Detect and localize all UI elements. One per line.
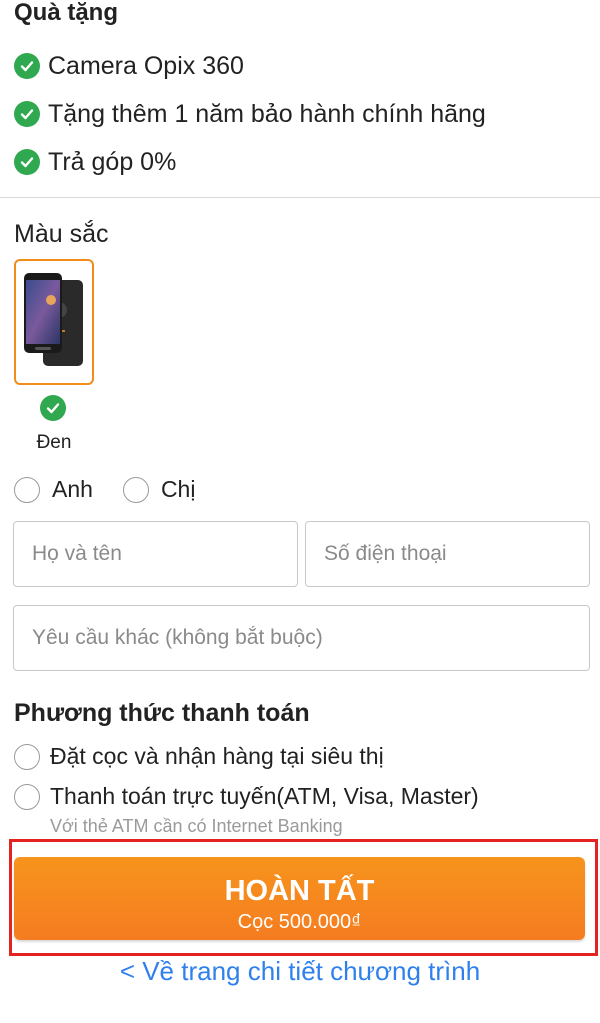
gender-label: Chị: [160, 476, 196, 502]
gift-label: Trả góp 0%: [48, 147, 177, 176]
color-swatch-black[interactable]: [14, 259, 94, 385]
selected-check-icon: [40, 395, 66, 421]
back-to-program-link[interactable]: < Về trang chi tiết chương trình: [0, 956, 600, 987]
gift-item: Tặng thêm 1 năm bảo hành chính hãng: [14, 90, 586, 138]
gift-item: Camera Opix 360: [14, 42, 586, 90]
complete-button-label: HOÀN TẤT: [224, 875, 375, 907]
gender-label: Anh: [52, 476, 93, 502]
phone-input[interactable]: [305, 521, 590, 587]
payment-label: Đặt cọc và nhận hàng tại siêu thị: [50, 743, 384, 769]
gift-item: Trả góp 0%: [14, 138, 586, 186]
gender-option-chi[interactable]: Chị: [122, 476, 196, 503]
color-label: Đen: [36, 432, 72, 453]
note-input[interactable]: [13, 605, 590, 671]
color-title: Màu sắc: [14, 220, 109, 248]
deposit-amount: Cọc 500.000₫: [237, 911, 362, 933]
complete-button[interactable]: HOÀN TẤT Cọc 500.000₫: [14, 857, 585, 940]
section-divider: [0, 197, 600, 198]
radio-button[interactable]: [14, 743, 40, 770]
phone-image: [24, 273, 83, 366]
check-circle-icon: [14, 101, 40, 127]
payment-sub-note: Với thẻ ATM cần có Internet Banking: [50, 816, 343, 836]
radio-button[interactable]: [122, 476, 149, 503]
payment-option-deposit[interactable]: Đặt cọc và nhận hàng tại siêu thị: [14, 743, 384, 770]
gender-option-anh[interactable]: Anh: [14, 476, 93, 503]
name-input[interactable]: [13, 521, 298, 587]
radio-button[interactable]: [14, 476, 40, 503]
check-circle-icon: [14, 53, 40, 79]
gift-label: Camera Opix 360: [48, 51, 244, 80]
payment-option-online[interactable]: Thanh toán trực tuyến(ATM, Visa, Master): [14, 783, 479, 810]
radio-button[interactable]: [14, 783, 40, 810]
gifts-title: Quà tặng: [14, 0, 119, 26]
gifts-section: Quà tặng Camera Opix 360 Tặng thêm 1 năm…: [14, 0, 586, 186]
payment-label: Thanh toán trực tuyến(ATM, Visa, Master): [50, 783, 479, 809]
payment-title: Phương thức thanh toán: [14, 699, 310, 727]
gift-label: Tặng thêm 1 năm bảo hành chính hãng: [48, 99, 486, 128]
gender-group: Anh Chị: [14, 476, 225, 503]
check-circle-icon: [14, 149, 40, 175]
